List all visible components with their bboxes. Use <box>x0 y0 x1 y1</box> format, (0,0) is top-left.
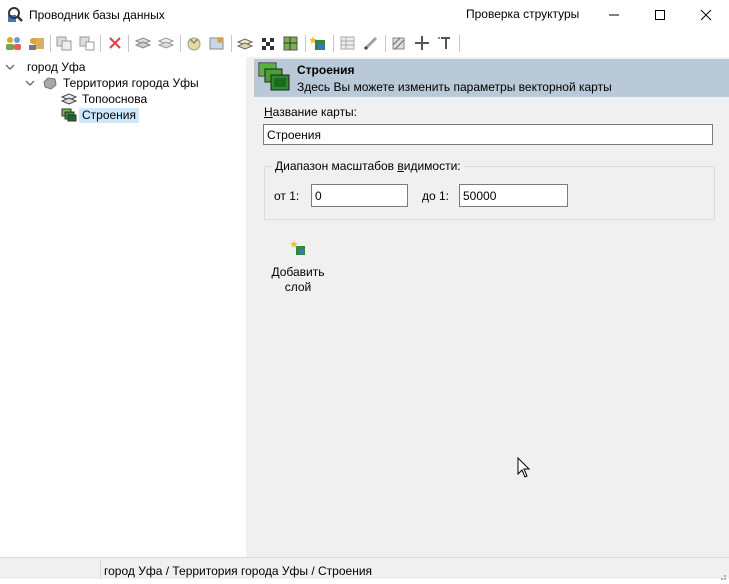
status-path: город Уфа / Территория города Уфы / Стро… <box>104 564 373 578</box>
pin-button[interactable] <box>413 34 431 52</box>
maximize-icon <box>655 10 665 20</box>
vector-map-icon <box>257 61 291 93</box>
user-db-icon <box>29 38 44 50</box>
stack-icon <box>236 38 254 50</box>
add-layer-label: Добавить слой <box>271 265 325 294</box>
layers-button[interactable] <box>134 34 152 52</box>
database-tree <box>0 57 246 557</box>
scale-from-label: от 1: <box>274 189 300 203</box>
tree-label-territory: Территория города Уфы <box>63 75 199 90</box>
close-button[interactable] <box>683 0 729 30</box>
status-divider <box>100 560 101 579</box>
minimize-icon <box>609 14 619 16</box>
checker-icon <box>262 38 274 50</box>
tree-node-buildings[interactable]: Строения <box>61 107 140 123</box>
layers-icon <box>61 93 77 105</box>
user-db-button[interactable] <box>28 34 46 52</box>
minimize-button[interactable] <box>591 0 637 30</box>
scale-from-input[interactable] <box>311 184 408 207</box>
map-name-input[interactable] <box>263 124 713 145</box>
layers-alt-icon <box>157 37 175 49</box>
add-layer-button[interactable]: Добавить слой <box>264 240 332 296</box>
checker-button[interactable] <box>259 34 277 52</box>
stack-button[interactable] <box>236 34 254 52</box>
paste-button[interactable] <box>78 34 96 52</box>
territory-icon <box>43 77 57 90</box>
copy-button[interactable] <box>55 34 73 52</box>
text-tool-icon <box>438 37 450 49</box>
layers-icon <box>134 37 152 49</box>
panel-title: Строения <box>297 63 355 77</box>
panel-description: Здесь Вы можете изменить параметры векто… <box>297 80 612 94</box>
delete-icon <box>109 37 121 49</box>
tree-label-root: город Уфа <box>27 59 86 74</box>
paste-icon <box>79 36 95 51</box>
delete-button[interactable] <box>106 34 124 52</box>
window-title: Проводник базы данных <box>29 8 165 22</box>
pencil-icon <box>363 36 378 51</box>
copy-icon <box>56 36 72 51</box>
add-layer-icon <box>290 240 305 255</box>
tree-label-buildings: Строения <box>79 107 140 123</box>
visibility-range-legend: Диапазон масштабов видимости: <box>272 159 464 173</box>
map-icon <box>209 37 224 50</box>
pin-icon <box>415 36 429 50</box>
tree-node-topobase[interactable]: Топооснова <box>61 91 150 107</box>
add-layer-icon <box>310 36 325 50</box>
tree-node-root[interactable]: город Уфа <box>5 59 88 75</box>
chevron-down-icon[interactable] <box>5 62 15 72</box>
globe-icon <box>187 37 201 51</box>
map-button[interactable] <box>208 34 226 52</box>
close-icon <box>700 9 712 21</box>
users-icon <box>6 37 21 50</box>
scale-to-input[interactable] <box>459 184 568 207</box>
toolbar <box>0 30 729 57</box>
grid-map-button[interactable] <box>282 34 300 52</box>
users-button[interactable] <box>5 34 23 52</box>
pencil-button[interactable] <box>362 34 380 52</box>
mouse-cursor-icon <box>517 456 531 482</box>
layers-alt-button[interactable] <box>157 34 175 52</box>
grid-map-icon <box>283 36 298 51</box>
map-name-label: Название карты: <box>264 105 358 119</box>
scale-to-label: до 1: <box>422 189 450 203</box>
tree-node-territory[interactable]: Территория города Уфы <box>25 75 202 91</box>
globe-button[interactable] <box>185 34 203 52</box>
add-layer-toolbar-button[interactable] <box>310 34 328 52</box>
table-button[interactable] <box>339 34 357 52</box>
chevron-down-icon[interactable] <box>25 78 35 88</box>
text-tool-button[interactable] <box>436 34 454 52</box>
table-icon <box>340 36 355 50</box>
maximize-button[interactable] <box>637 0 683 30</box>
vector-map-icon <box>61 108 77 122</box>
check-structure-button[interactable]: Проверка структуры <box>466 7 579 21</box>
tree-label-topobase: Топооснова <box>82 91 148 106</box>
magnifier-database-icon <box>6 6 24 24</box>
hatch-button[interactable] <box>390 34 408 52</box>
resize-grip-icon[interactable] <box>719 570 727 580</box>
hatch-icon <box>392 37 405 50</box>
